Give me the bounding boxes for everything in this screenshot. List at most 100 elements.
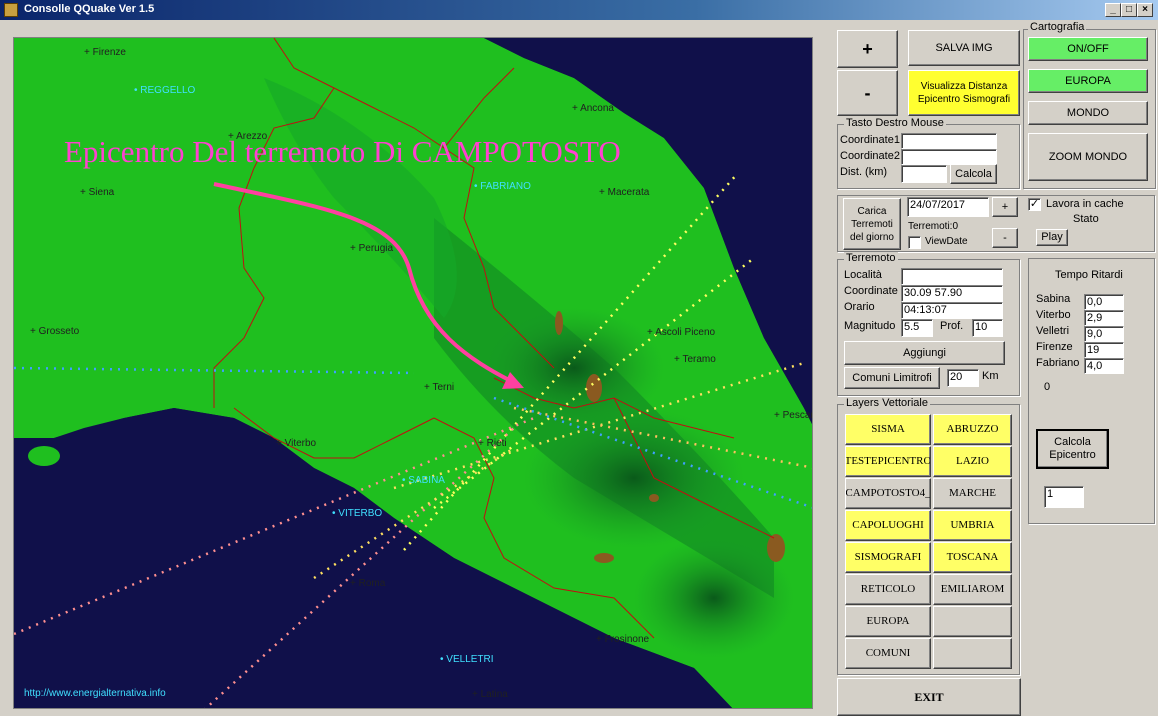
ritardo-label: Firenze [1036,341,1073,353]
tempo-ritardi-title: Tempo Ritardi [1055,269,1123,281]
maximize-button[interactable]: □ [1121,3,1137,17]
coordinate1-label: Coordinate1 [840,134,900,146]
city-viterbo: + Viterbo [276,438,317,449]
prof-field[interactable]: 10 [972,319,1003,337]
date-minus-button[interactable]: - [992,228,1018,248]
viewdate-label: ViewDate [925,236,968,247]
city-ascoli-piceno: + Ascoli Piceno [647,327,716,338]
layers-title: Layers Vettoriale [844,397,930,409]
sismografo-viterbo: • VITERBO [332,508,383,519]
epicentro-annotation: Epicentro Del terremoto Di CAMPOTOSTO [64,134,621,169]
layer-testepicentro-button[interactable]: TESTEPICENTRO [845,446,931,477]
layer-marche-button[interactable]: MARCHE [933,478,1012,509]
tasto-destro-title: Tasto Destro Mouse [844,117,946,129]
aggiungi-button[interactable]: Aggiungi [844,341,1005,365]
coordinate-field[interactable]: 30.09 57.90 [901,285,1003,302]
layer-abruzzo-button[interactable]: ABRUZZO [933,414,1012,445]
layer-emiliarom-button[interactable]: EMILIAROM [933,574,1012,605]
website-url[interactable]: http://www.energialternativa.info [24,688,166,699]
city-frosinone: + Frosinone [596,634,650,645]
city-pescara: + Pescar [774,410,813,421]
dist-km-field[interactable] [901,165,947,183]
layer-europa-button[interactable]: EUROPA [845,606,931,637]
ritardo-label: Velletri [1036,325,1070,337]
magnitudo-label: Magnitudo [844,320,896,332]
zoom-out-button[interactable]: - [837,70,898,116]
calcola-epicentro-button[interactable]: Calcola Epicentro [1036,429,1109,469]
city-perugia: + Perugia [350,243,394,254]
layer-empty-button[interactable] [933,638,1012,669]
layer-campotosto-button[interactable]: CAMPOTOSTO4_ [845,478,931,509]
carica-terremoti-button[interactable]: Carica Terremoti del giorno [843,198,901,250]
coordinate2-field[interactable] [901,149,997,165]
prof-label: Prof. [940,320,964,332]
lavora-cache-checkbox[interactable]: ✓ [1028,198,1041,211]
dist-km-label: Dist. (km) [840,166,888,178]
city-latina: + Latina [472,689,508,700]
layer-lazio-button[interactable]: LAZIO [933,446,1012,477]
ritardo-field[interactable]: 9,0 [1084,326,1124,342]
lavora-cache-label: Lavora in cache [1046,198,1124,210]
play-button[interactable]: Play [1036,229,1068,246]
terremoti-count: Terremoti:0 [908,221,959,232]
cartografia-title: Cartografia [1028,21,1087,33]
layer-sismografi-button[interactable]: SISMOGRAFI [845,542,931,573]
layer-sisma-button[interactable]: SISMA [845,414,931,445]
map-canvas[interactable]: Epicentro Del terremoto Di CAMPOTOSTO + … [13,37,813,709]
city-teramo: + Teramo [674,354,716,365]
layer-comuni-button[interactable]: COMUNI [845,638,931,669]
coordinate-label: Coordinate [844,285,898,297]
layer-umbria-button[interactable]: UMBRIA [933,510,1012,541]
date-plus-button[interactable]: + [992,197,1018,217]
comuni-limitrofi-button[interactable]: Comuni Limitrofi [844,367,940,389]
mondo-button[interactable]: MONDO [1028,101,1148,125]
layer-empty-button[interactable] [933,606,1012,637]
city-rieti: + Rieti [478,438,507,449]
ritardo-label: Viterbo [1036,309,1071,321]
ritardo-zero-label: 0 [1044,381,1051,393]
km-field[interactable]: 20 [947,369,979,387]
city-siena: + Siena [80,187,115,198]
on-off-button[interactable]: ON/OFF [1028,37,1148,61]
europa-map-button[interactable]: EUROPA [1028,69,1148,93]
salva-img-button[interactable]: SALVA IMG [908,30,1020,66]
layer-capoluoghi-button[interactable]: CAPOLUOGHI [845,510,931,541]
ritardo-field[interactable]: 19 [1084,342,1124,358]
city-macerata: + Macerata [599,187,650,198]
sismografo-sabina: • SABINA [402,475,445,486]
date-field[interactable]: 24/07/2017 [907,197,989,217]
visualizza-distanza-button[interactable]: Visualizza Distanza Epicentro Sismografi [908,70,1020,116]
ritardo-field[interactable]: 4,0 [1084,358,1124,374]
orario-field[interactable]: 04:13:07 [901,302,1003,319]
city-grosseto: + Grosseto [30,326,80,337]
localita-field[interactable] [901,268,1003,285]
sismografo-velletri: • VELLETRI [440,654,494,665]
ritardo-field[interactable]: 0,0 [1084,294,1124,310]
window-title: Consolle QQuake Ver 1.5 [24,3,155,15]
ritardo-label: Fabriano [1036,357,1080,369]
sismografo-fabriano: • FABRIANO [474,181,531,192]
zoom-in-button[interactable]: + [837,30,898,68]
coordinate2-label: Coordinate2 [840,150,900,162]
city-roma: + Roma [350,578,386,589]
viewdate-checkbox[interactable] [908,236,921,249]
km-label: Km [982,370,999,382]
ritardo-field[interactable]: 2,9 [1084,310,1124,326]
epicentro-result-field[interactable]: 1 [1044,486,1084,508]
layer-toscana-button[interactable]: TOSCANA [933,542,1012,573]
sismografo-reggello: • REGGELLO [134,85,196,96]
orario-label: Orario [844,301,875,313]
city-arezzo: + Arezzo [228,131,268,142]
terremoto-title: Terremoto [844,252,898,264]
magnitudo-field[interactable]: 5.5 [901,319,933,337]
close-button[interactable]: × [1137,3,1153,17]
city-terni: + Terni [424,382,455,393]
title-bar: Consolle QQuake Ver 1.5 _ □ × [0,0,1158,20]
layer-reticolo-button[interactable]: RETICOLO [845,574,931,605]
zoom-mondo-button[interactable]: ZOOM MONDO [1028,133,1148,181]
calcola-distanza-button[interactable]: Calcola [950,164,997,184]
coordinate1-field[interactable] [901,133,997,149]
city-firenze: + Firenze [84,47,126,58]
exit-button[interactable]: EXIT [837,678,1021,716]
minimize-button[interactable]: _ [1105,3,1121,17]
